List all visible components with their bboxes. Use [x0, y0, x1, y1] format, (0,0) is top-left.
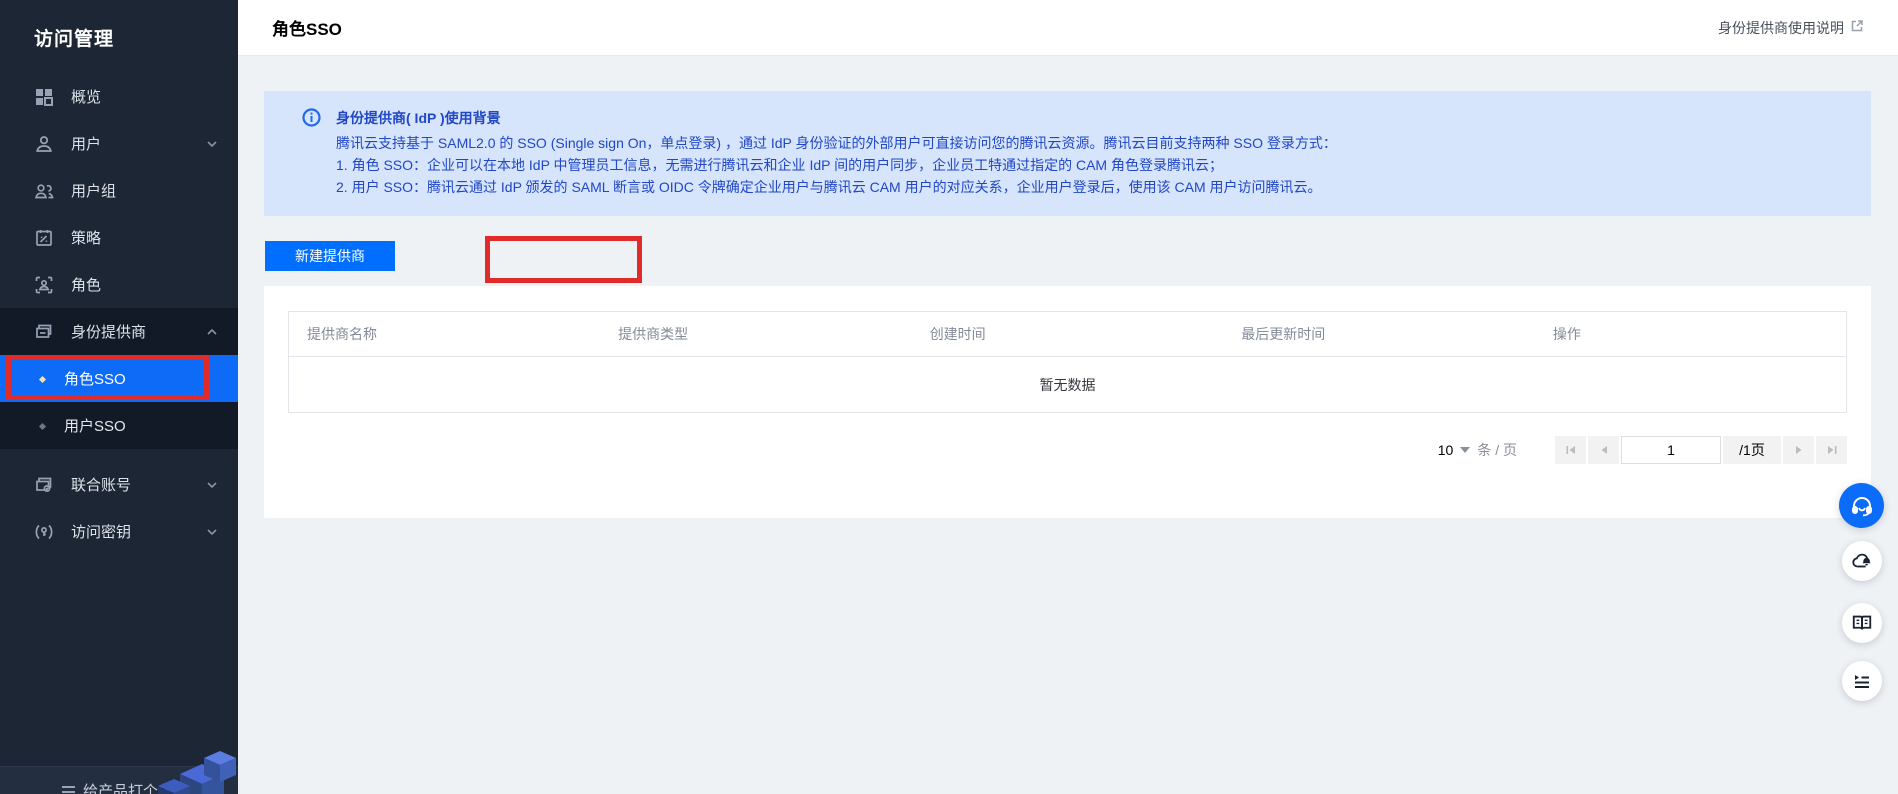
- page-number-input[interactable]: [1621, 436, 1721, 464]
- page-size-select[interactable]: 10 条 / 页: [1438, 440, 1517, 460]
- page-title: 角色SSO: [272, 15, 342, 40]
- sidebar-item-policies[interactable]: 策略: [0, 214, 238, 261]
- overview-grid-icon: [34, 87, 54, 107]
- chevron-down-icon: [206, 479, 218, 491]
- headset-icon: [1850, 494, 1874, 518]
- cubes-illustration-icon: [150, 744, 238, 794]
- sidebar-item-label: 联合账号: [71, 474, 131, 495]
- info-banner: 身份提供商( IdP )使用背景 腾讯云支持基于 SAML2.0 的 SSO (…: [264, 91, 1871, 216]
- bullet-icon: [39, 423, 46, 430]
- open-book-icon: [1851, 612, 1873, 634]
- sidebar-subitem-label: 角色SSO: [64, 368, 126, 389]
- col-update-time: 最后更新时间: [1223, 312, 1535, 357]
- sidebar-title: 访问管理: [0, 0, 238, 73]
- provider-table-card: 提供商名称 提供商类型 创建时间 最后更新时间 操作 暂无数据: [264, 286, 1871, 518]
- sidebar-item-label: 角色: [71, 274, 101, 295]
- topbar: 角色SSO 身份提供商使用说明: [238, 0, 1898, 56]
- create-provider-button[interactable]: 新建提供商: [265, 241, 395, 271]
- empty-state-text: 暂无数据: [289, 357, 1847, 413]
- prev-page-button[interactable]: [1588, 436, 1619, 464]
- sidebar-subitem-user-sso[interactable]: 用户SSO: [0, 402, 238, 449]
- cloud-bell-icon: [1851, 550, 1873, 572]
- main-area: 角色SSO 身份提供商使用说明 身份提供商( IdP )使用背景 腾讯云支持基于…: [238, 0, 1898, 794]
- user-group-icon: [34, 181, 54, 201]
- sidebar-item-label: 用户: [71, 133, 101, 154]
- sidebar-item-users[interactable]: 用户: [0, 120, 238, 167]
- playlist-icon: [1852, 671, 1872, 691]
- sidebar-subitem-label: 用户SSO: [64, 415, 126, 436]
- sidebar-item-label: 概览: [71, 86, 101, 107]
- banner-line: 2. 用户 SSO：腾讯云通过 IdP 颁发的 SAML 断言或 OIDC 令牌…: [336, 176, 1847, 198]
- pager: /1页: [1555, 436, 1847, 464]
- banner-line: 腾讯云支持基于 SAML2.0 的 SSO (Single sign On，单点…: [336, 132, 1847, 154]
- collapse-menu-icon[interactable]: [62, 786, 75, 794]
- sidebar-item-roles[interactable]: 角色: [0, 261, 238, 308]
- table-header-row: 提供商名称 提供商类型 创建时间 最后更新时间 操作: [289, 312, 1847, 357]
- chevron-down-icon: [206, 526, 218, 538]
- sidebar: 访问管理 概览 用户 用户组 策略: [0, 0, 238, 794]
- documentation-button[interactable]: [1842, 603, 1882, 643]
- cloud-status-button[interactable]: [1842, 541, 1882, 581]
- sidebar-subitem-role-sso[interactable]: 角色SSO: [0, 355, 238, 402]
- sidebar-item-overview[interactable]: 概览: [0, 73, 238, 120]
- total-pages-label: /1页: [1723, 436, 1781, 464]
- sidebar-item-federated-accounts[interactable]: 联合账号: [0, 461, 238, 508]
- chevron-up-icon: [206, 326, 218, 338]
- sidebar-section-identity-provider: 身份提供商 角色SSO 用户SSO: [0, 308, 238, 449]
- user-icon: [34, 134, 54, 154]
- info-icon: [302, 108, 321, 133]
- page-size-value: 10: [1438, 442, 1454, 458]
- col-actions: 操作: [1535, 312, 1847, 357]
- per-page-label: 条 / 页: [1477, 440, 1517, 460]
- col-provider-name: 提供商名称: [289, 312, 601, 357]
- sidebar-item-label: 策略: [71, 227, 101, 248]
- col-provider-type: 提供商类型: [600, 312, 912, 357]
- provider-table: 提供商名称 提供商类型 创建时间 最后更新时间 操作 暂无数据: [288, 311, 1847, 413]
- col-create-time: 创建时间: [912, 312, 1224, 357]
- sidebar-item-label: 用户组: [71, 180, 116, 201]
- access-key-icon: [34, 522, 54, 542]
- idp-doc-link[interactable]: 身份提供商使用说明: [1718, 18, 1864, 38]
- toolbar: 新建提供商: [264, 241, 1871, 271]
- sidebar-item-identity-provider[interactable]: 身份提供商: [0, 308, 238, 355]
- policy-icon: [34, 228, 54, 248]
- federated-account-icon: [34, 475, 54, 495]
- content: 身份提供商( IdP )使用背景 腾讯云支持基于 SAML2.0 的 SSO (…: [238, 56, 1898, 518]
- sidebar-item-label: 身份提供商: [71, 321, 146, 342]
- quick-menu-button[interactable]: [1842, 661, 1882, 701]
- external-link-icon: [1850, 19, 1864, 36]
- next-page-button[interactable]: [1783, 436, 1814, 464]
- support-headset-button[interactable]: [1839, 483, 1884, 528]
- empty-row: 暂无数据: [289, 357, 1847, 413]
- first-page-button[interactable]: [1555, 436, 1586, 464]
- role-icon: [34, 275, 54, 295]
- cam-console: 访问管理 概览 用户 用户组 策略: [0, 0, 1898, 794]
- last-page-button[interactable]: [1816, 436, 1847, 464]
- sidebar-item-label: 访问密钥: [71, 521, 131, 542]
- caret-down-icon: [1460, 447, 1470, 453]
- bullet-icon: [39, 376, 46, 383]
- sidebar-item-access-keys[interactable]: 访问密钥: [0, 508, 238, 555]
- sidebar-item-user-groups[interactable]: 用户组: [0, 167, 238, 214]
- pagination: 10 条 / 页 /1页: [288, 436, 1847, 464]
- banner-title: 身份提供商( IdP )使用背景: [336, 107, 1847, 129]
- identity-provider-icon: [34, 322, 54, 342]
- banner-line: 1. 角色 SSO：企业可以在本地 IdP 中管理员工信息，无需进行腾讯云和企业…: [336, 154, 1847, 176]
- chevron-down-icon: [206, 138, 218, 150]
